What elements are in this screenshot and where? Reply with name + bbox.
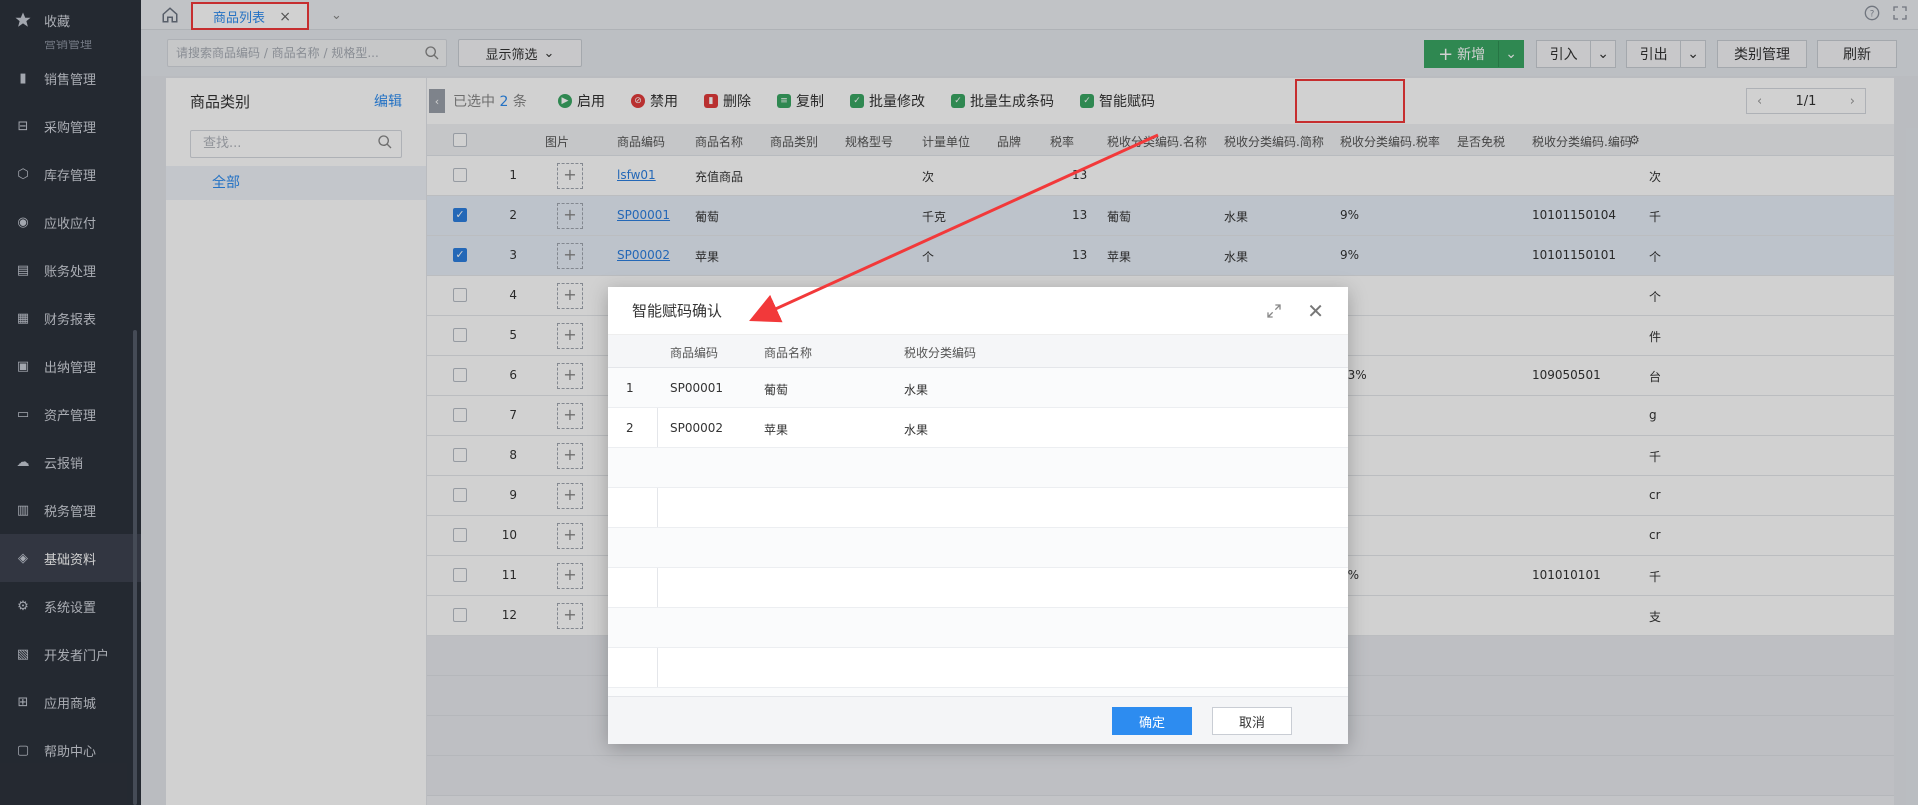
dialog-cell-code: SP00001 bbox=[670, 381, 724, 395]
confirm-button[interactable]: 确定 bbox=[1112, 707, 1192, 735]
dialog-empty-row bbox=[608, 648, 1348, 688]
dialog-cell-n: 2 bbox=[626, 421, 634, 435]
dialog-cell-cls: 水果 bbox=[904, 383, 929, 397]
dialog-cell-code: SP00002 bbox=[670, 421, 724, 435]
dialog-cell-n: 1 bbox=[626, 381, 634, 395]
dialog-cell-cls: 水果 bbox=[904, 423, 929, 437]
dialog-title: 智能赋码确认 bbox=[632, 302, 723, 320]
maximize-icon[interactable] bbox=[1266, 303, 1282, 319]
dialog-header-code: 商品编码 bbox=[670, 346, 719, 360]
dialog-table-header: 商品编码 商品名称 税收分类编码 bbox=[608, 335, 1348, 368]
dialog-footer: 确定 取消 bbox=[608, 696, 1348, 744]
dialog-header-name: 商品名称 bbox=[764, 346, 813, 360]
dialog-empty-row bbox=[608, 528, 1348, 568]
close-icon[interactable]: ✕ bbox=[1307, 299, 1324, 323]
dialog-empty-row bbox=[608, 448, 1348, 488]
dialog-row[interactable]: 2 SP00002 苹果 水果 bbox=[608, 408, 1348, 448]
dialog-empty-row bbox=[608, 608, 1348, 648]
dialog-header-tax-class: 税收分类编码 bbox=[904, 346, 977, 360]
dialog-cell-name: 葡萄 bbox=[764, 383, 789, 397]
dialog-cell-name: 苹果 bbox=[764, 423, 789, 437]
dialog-table: 商品编码 商品名称 税收分类编码 1 SP00001 葡萄 水果 2 SP00002 苹果水… bbox=[608, 335, 1348, 697]
dialog-empty-row bbox=[608, 488, 1348, 528]
dialog-row[interactable]: 1 SP00001 葡萄 水果 bbox=[608, 368, 1348, 408]
cancel-button[interactable]: 取消 bbox=[1212, 707, 1292, 735]
smart-code-confirm-dialog: 智能赋码确认 ✕ 商品编码 商品名称 税收分类编码 1 SP00001 葡萄 水果 2 S… bbox=[608, 287, 1348, 744]
dialog-empty-row bbox=[608, 568, 1348, 608]
